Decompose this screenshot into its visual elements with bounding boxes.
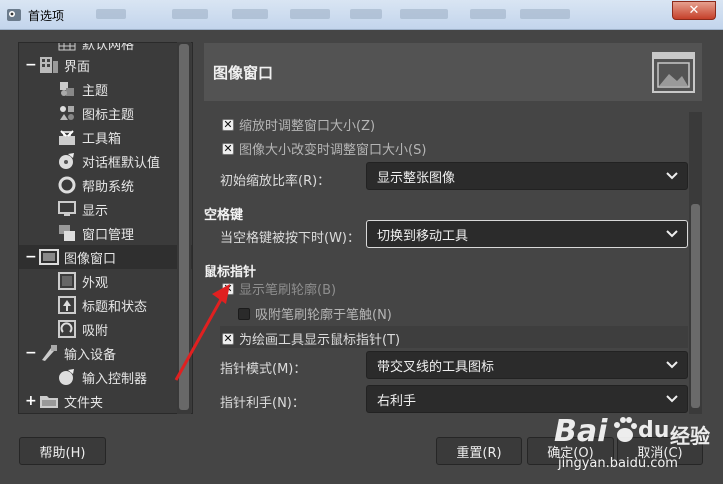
reset-button[interactable]: 重置(R)	[436, 437, 522, 465]
annotation-arrow	[174, 284, 230, 381]
window-close-button[interactable]: ✕	[672, 1, 716, 20]
resize-on-image-change-checkbox[interactable]: ✕	[222, 142, 234, 155]
title-bar: 首选项 ✕	[0, 0, 723, 30]
tree-item-interface[interactable]: 界面	[39, 53, 90, 77]
tree-collapse-input-devices[interactable]: −	[25, 346, 37, 360]
space-action-value: 切换到移动工具	[377, 228, 469, 244]
tree-item-folders[interactable]: 文件夹	[39, 389, 103, 413]
image-window-icon	[39, 248, 59, 266]
tree-item-input-devices[interactable]: 输入设备	[39, 341, 116, 365]
space-section-title: 空格键	[204, 208, 244, 223]
page-title: 图像窗口	[213, 64, 274, 82]
content-scrollbar[interactable]	[689, 112, 702, 414]
space-action-select[interactable]: 切换到移动工具	[366, 220, 688, 248]
handedness-label: 指针利手(N)：	[220, 396, 305, 411]
blurred-text	[520, 9, 570, 19]
dialog-defaults-icon	[57, 152, 77, 170]
resize-on-image-change-row[interactable]: ✕ 图像大小改变时调整窗口大小(S)	[222, 139, 426, 158]
tree-item-toolbox[interactable]: 工具箱	[57, 125, 121, 149]
tree-item-snapping[interactable]: 吸附	[57, 317, 108, 341]
baidu-watermark: Bai du 经验 jingyan.baidu.com	[552, 408, 722, 484]
help-system-icon	[57, 176, 77, 194]
watermark-brand-suffix: du	[638, 418, 670, 443]
space-label: 当空格键被按下时(W)：	[220, 231, 360, 246]
watermark-url: jingyan.baidu.com	[558, 456, 678, 471]
icon-theme-icon	[57, 104, 77, 122]
blurred-text	[400, 9, 448, 19]
close-icon: ✕	[688, 3, 700, 18]
initial-zoom-label: 初始缩放比率(R)：	[220, 174, 331, 189]
page-header: 图像窗口	[204, 43, 702, 101]
show-pointer-for-paint-row[interactable]: ✕ 为绘画工具显示鼠标指针(T)	[222, 329, 400, 348]
content-scrollbar-thumb[interactable]	[691, 204, 700, 408]
handedness-value: 右利手	[377, 393, 417, 409]
snap-brush-outline-checkbox[interactable]	[238, 307, 250, 320]
appearance-icon	[57, 272, 77, 290]
input-controllers-icon	[57, 368, 77, 386]
blurred-text	[470, 9, 506, 19]
title-status-icon	[57, 296, 77, 314]
blurred-text	[290, 9, 330, 19]
interface-icon	[39, 56, 59, 74]
blurred-text	[350, 9, 382, 19]
resize-on-zoom-row[interactable]: ✕ 缩放时调整窗口大小(Z)	[222, 115, 375, 134]
display-icon	[57, 200, 77, 218]
tree-item-dialog-defaults[interactable]: 对话框默认值	[57, 149, 160, 173]
watermark-brand: Bai	[554, 414, 608, 449]
pointer-mode-value: 带交叉线的工具图标	[377, 359, 495, 375]
blurred-text	[96, 9, 126, 19]
tree-collapse-interface[interactable]: −	[25, 58, 37, 72]
pointer-mode-select[interactable]: 带交叉线的工具图标	[366, 351, 688, 379]
preferences-tree[interactable]: 默认网格 − 界面 主题 图标主题 工具箱 对话框默认值 帮助系统 显示 窗口管…	[18, 42, 193, 414]
chevron-down-icon	[666, 395, 678, 403]
blurred-text	[232, 9, 268, 19]
tree-expand-folders[interactable]: +	[25, 394, 37, 408]
folders-icon	[39, 392, 59, 410]
snapping-icon	[57, 320, 77, 338]
help-button[interactable]: 帮助(H)	[19, 437, 106, 465]
chevron-down-icon	[666, 172, 678, 180]
initial-zoom-select[interactable]: 显示整张图像	[366, 162, 688, 190]
show-pointer-for-paint-label: 为绘画工具显示鼠标指针(T)	[239, 333, 401, 348]
tree-item-theme[interactable]: 主题	[57, 77, 108, 101]
tree-collapse-image-window[interactable]: −	[25, 250, 37, 264]
blurred-text	[172, 9, 208, 19]
snap-brush-outline-label: 吸附笔刷轮廓于笔触(N)	[255, 308, 392, 323]
theme-icon	[57, 80, 77, 98]
chevron-down-icon	[666, 361, 678, 369]
tree-item-input-controllers[interactable]: 输入控制器	[57, 365, 147, 389]
show-brush-outline-label: 显示笔刷轮廓(B)	[239, 283, 337, 298]
resize-on-zoom-checkbox[interactable]: ✕	[222, 118, 234, 131]
grid-icon	[57, 43, 77, 52]
tree-item-window-management[interactable]: 窗口管理	[57, 221, 134, 245]
tree-item-image-window[interactable]: 图像窗口	[19, 245, 192, 269]
tree-item-display[interactable]: 显示	[57, 197, 108, 221]
pointer-section-title: 鼠标指针	[204, 265, 257, 280]
initial-zoom-value: 显示整张图像	[377, 170, 456, 186]
resize-on-image-change-label: 图像大小改变时调整窗口大小(S)	[239, 143, 427, 158]
window-title: 首选项	[28, 9, 65, 23]
resize-on-zoom-label: 缩放时调整窗口大小(Z)	[239, 119, 376, 134]
show-brush-outline-row[interactable]: ✕ 显示笔刷轮廓(B)	[222, 279, 336, 298]
chevron-down-icon	[666, 230, 678, 238]
tree-item-help-system[interactable]: 帮助系统	[57, 173, 134, 197]
tree-item-appearance[interactable]: 外观	[57, 269, 108, 293]
app-icon	[7, 9, 21, 21]
snap-brush-outline-row[interactable]: 吸附笔刷轮廓于笔触(N)	[238, 304, 392, 323]
toolbox-icon	[57, 128, 77, 146]
window-management-icon	[57, 224, 77, 242]
settings-content: ✕ 缩放时调整窗口大小(Z) ✕ 图像大小改变时调整窗口大小(S) 初始缩放比率…	[204, 106, 688, 414]
watermark-product: 经验	[670, 424, 710, 448]
image-window-large-icon	[652, 52, 695, 93]
tree-item-icon-theme[interactable]: 图标主题	[57, 101, 134, 125]
tree-item-title-status[interactable]: 标题和状态	[57, 293, 147, 317]
input-devices-icon	[39, 344, 59, 362]
paw-logo-icon	[614, 417, 637, 442]
